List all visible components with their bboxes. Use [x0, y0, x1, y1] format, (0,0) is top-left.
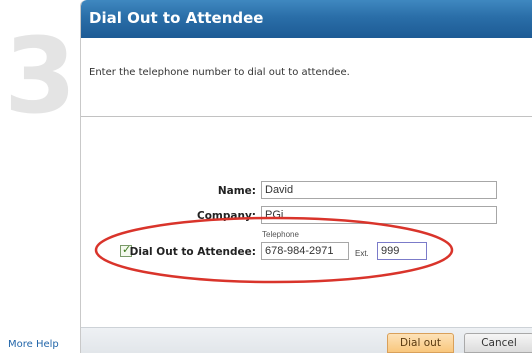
telephone-input[interactable]: 678-984-2971 [261, 242, 349, 260]
dial-out-button[interactable]: Dial out [387, 333, 454, 353]
instruction-text: Enter the telephone number to dial out t… [89, 67, 350, 78]
dial-out-dialog: Dial Out to Attendee Enter the telephone… [80, 0, 532, 353]
extension-input[interactable]: 999 [377, 242, 427, 260]
step-number: 3 [4, 15, 77, 137]
company-input[interactable]: PGi [261, 206, 497, 224]
cancel-button[interactable]: Cancel [464, 333, 532, 353]
dialog-title: Dial Out to Attendee [89, 9, 264, 27]
dial-out-label: Dial Out to Attendee: [129, 246, 256, 258]
dialog-title-bar: Dial Out to Attendee [81, 0, 532, 38]
more-help-link[interactable]: More Help [8, 339, 59, 350]
highlight-ellipse [94, 216, 454, 284]
name-input[interactable]: David [261, 181, 497, 199]
name-label: Name: [217, 185, 256, 197]
ext-label: Ext. [355, 249, 369, 258]
telephone-caption: Telephone [262, 230, 299, 239]
section-divider [81, 116, 532, 117]
company-label: Company: [197, 210, 256, 222]
